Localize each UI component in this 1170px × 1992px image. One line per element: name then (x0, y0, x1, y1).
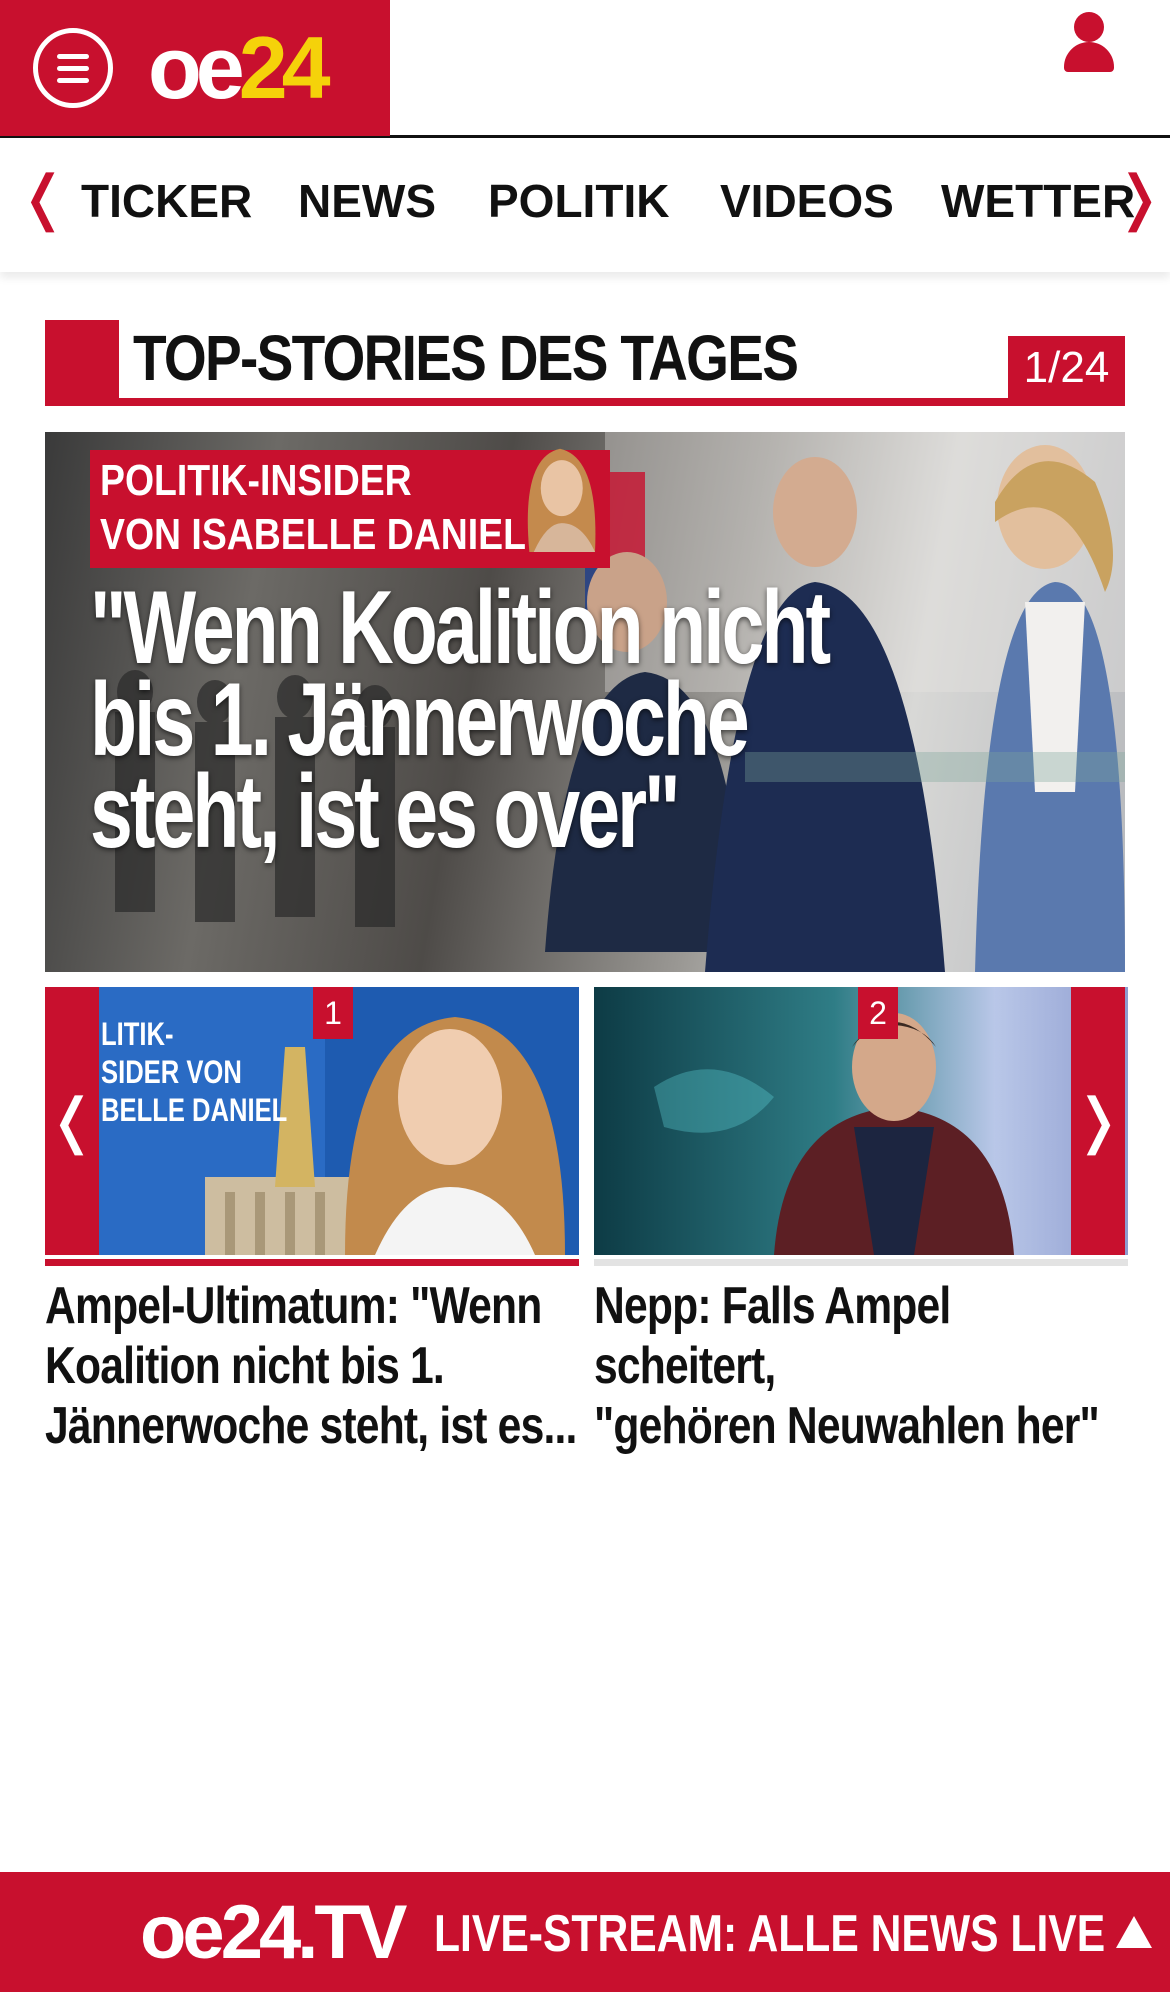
category-nav: ❬ TICKER NEWS POLITIK VIDEOS WETTER ❭ (0, 138, 1170, 272)
author-portrait (527, 448, 596, 552)
story-thumbnail-1: LITIK- SIDER VON BELLE DANIEL 1 (45, 987, 579, 1255)
nav-item-wetter[interactable]: WETTER (941, 176, 1135, 226)
nav-item-ticker[interactable]: TICKER (81, 176, 252, 226)
section-underline (45, 398, 1125, 406)
hamburger-menu-icon[interactable] (33, 28, 113, 108)
nav-next-chevron-right-icon[interactable]: ❭ (1114, 168, 1164, 228)
story-thumbnail-2: 2 (594, 987, 1128, 1255)
live-stream-bar[interactable]: oe24.TV LIVE-STREAM: ALLE NEWS LIVE (0, 1872, 1170, 1992)
user-account-icon[interactable] (1062, 12, 1116, 72)
story-card-1[interactable]: LITIK- SIDER VON BELLE DANIEL 1 Ampel-Ul… (45, 987, 579, 1456)
inactive-indicator-bar (594, 1259, 1128, 1266)
story-number-badge: 1 (313, 987, 353, 1039)
brand-block: oe24 (0, 0, 390, 136)
section-title: TOP-STORIES DES TAGES (133, 322, 799, 394)
section-accent-block (45, 320, 119, 404)
oe24-tv-logo: oe24.TV (140, 1890, 407, 1975)
site-header: oe24 (0, 0, 1170, 138)
hero-headline[interactable]: "Wenn Koalition nicht bis 1. Jännerwoche… (90, 576, 904, 864)
badge-line-1: POLITIK-INSIDER (100, 456, 412, 505)
story-card-2[interactable]: 2 Nepp: Falls Ampel scheitert, "gehören … (594, 987, 1128, 1456)
active-indicator-bar (45, 1259, 579, 1266)
slider-prev-chevron-left-icon[interactable]: ❬ (45, 987, 99, 1255)
hero-story[interactable]: POLITIK-INSIDER VON ISABELLE DANIEL "Wen… (45, 432, 1125, 972)
nav-item-videos[interactable]: VIDEOS (720, 176, 894, 226)
story-caption-1[interactable]: Ampel-Ultimatum: "Wenn Koalition nicht b… (45, 1276, 578, 1456)
slider-next-chevron-right-icon[interactable]: ❭ (1071, 987, 1125, 1255)
live-stream-label: LIVE-STREAM: ALLE NEWS LIVE (434, 1905, 1106, 1963)
nav-item-politik[interactable]: POLITIK (488, 176, 669, 226)
badge-line-2: VON ISABELLE DANIEL (100, 510, 526, 559)
slide-counter: 1/24 (1008, 336, 1125, 398)
nav-prev-chevron-left-icon[interactable]: ❬ (18, 168, 68, 228)
oe24-logo[interactable]: oe24 (148, 18, 331, 118)
story-caption-2[interactable]: Nepp: Falls Ampel scheitert, "gehören Ne… (594, 1276, 1127, 1456)
story-number-badge: 2 (858, 987, 898, 1039)
expand-triangle-up-icon[interactable] (1116, 1916, 1152, 1948)
thumbnail-text: LITIK- SIDER VON BELLE DANIEL (101, 1016, 288, 1128)
top-stories-heading: TOP-STORIES DES TAGES 1/24 (45, 320, 1125, 408)
nav-item-news[interactable]: NEWS (298, 176, 436, 226)
